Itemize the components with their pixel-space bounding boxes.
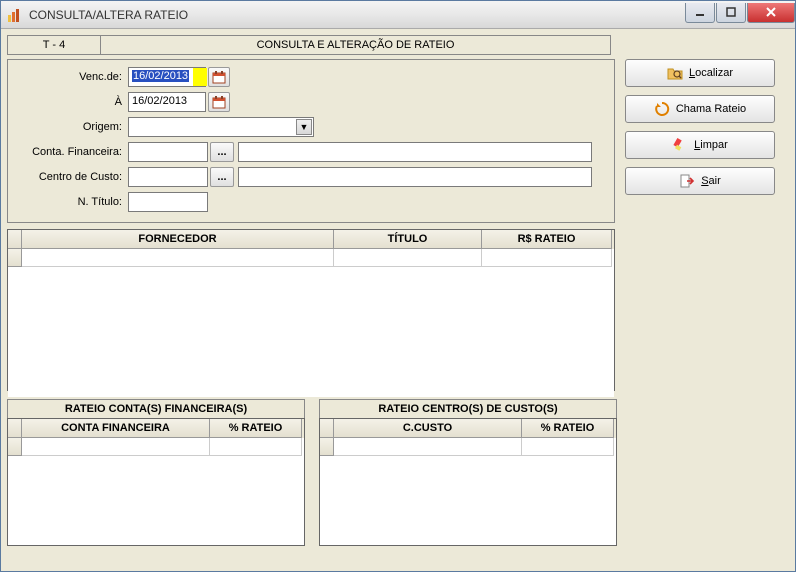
minimize-button[interactable] (685, 3, 715, 23)
window-title: CONSULTA/ALTERA RATEIO (29, 8, 684, 22)
rateio-centro-title: RATEIO CENTRO(S) DE CUSTO(S) (319, 399, 617, 418)
bottom-row: RATEIO CONTA(S) FINANCEIRA(S) CONTA FINA… (7, 399, 789, 546)
conta-financeira-lookup-button[interactable]: ... (210, 142, 234, 162)
limpar-button[interactable]: Limpar (625, 131, 775, 159)
app-icon (7, 7, 23, 23)
col-conta-financeira[interactable]: CONTA FINANCEIRA (22, 419, 210, 438)
calendar-icon (212, 95, 226, 109)
venc-de-label: Venc.de: (14, 71, 128, 83)
col-rateio[interactable]: R$ RATEIO (482, 230, 612, 249)
rateio-conta-title: RATEIO CONTA(S) FINANCEIRA(S) (7, 399, 305, 418)
n-titulo-label: N. Título: (14, 196, 128, 208)
rateio-conta-grid[interactable]: CONTA FINANCEIRA % RATEIO (7, 418, 305, 546)
header-code: T - 4 (7, 35, 101, 55)
refresh-icon (654, 101, 670, 117)
venc-de-calendar-button[interactable] (208, 67, 230, 87)
venc-a-calendar-button[interactable] (208, 92, 230, 112)
chama-rateio-label: Chama Rateio (676, 103, 746, 115)
chevron-down-icon: ▼ (296, 119, 312, 135)
rateio-centro-panel: RATEIO CENTRO(S) DE CUSTO(S) C.CUSTO % R… (319, 399, 617, 546)
origem-label: Origem: (14, 121, 128, 133)
col-titulo[interactable]: TÍTULO (334, 230, 482, 249)
maximize-button[interactable] (716, 3, 746, 23)
venc-de-input[interactable]: 16/02/2013 (128, 67, 206, 87)
close-button[interactable] (747, 3, 795, 23)
titlebar: CONSULTA/ALTERA RATEIO (1, 1, 795, 29)
content-area: T - 4 CONSULTA E ALTERAÇÃO DE RATEIO Ven… (1, 29, 795, 571)
venc-a-label: À (14, 96, 128, 108)
main-grid[interactable]: FORNECEDOR TÍTULO R$ RATEIO (7, 229, 615, 391)
n-titulo-input[interactable] (128, 192, 208, 212)
exit-icon (679, 173, 695, 189)
rateio-centro-grid[interactable]: C.CUSTO % RATEIO (319, 418, 617, 546)
filter-panel: Venc.de: 16/02/2013 (7, 59, 615, 223)
centro-custo-lookup-button[interactable]: ... (210, 167, 234, 187)
conta-financeira-label: Conta. Financeira: (14, 146, 128, 158)
col-pct-rateio-right[interactable]: % RATEIO (522, 419, 614, 438)
folder-search-icon (667, 65, 683, 81)
origem-select[interactable]: ▼ (128, 117, 314, 137)
chama-rateio-button[interactable]: Chama Rateio (625, 95, 775, 123)
conta-financeira-code-input[interactable] (128, 142, 208, 162)
sair-button[interactable]: Sair (625, 167, 775, 195)
centro-custo-code-input[interactable] (128, 167, 208, 187)
calendar-icon (212, 70, 226, 84)
col-ccusto[interactable]: C.CUSTO (334, 419, 522, 438)
centro-custo-label: Centro de Custo: (14, 171, 128, 183)
conta-financeira-desc-input[interactable] (238, 142, 592, 162)
centro-custo-desc-input[interactable] (238, 167, 592, 187)
eraser-icon (672, 137, 688, 153)
venc-a-input[interactable]: 16/02/2013 (128, 92, 206, 112)
localizar-button[interactable]: LLocalizarocalizar (625, 59, 775, 87)
header-row: T - 4 CONSULTA E ALTERAÇÃO DE RATEIO (7, 35, 789, 55)
window-controls (684, 3, 795, 23)
col-fornecedor[interactable]: FORNECEDOR (22, 230, 334, 249)
col-pct-rateio-left[interactable]: % RATEIO (210, 419, 302, 438)
header-title: CONSULTA E ALTERAÇÃO DE RATEIO (101, 35, 611, 55)
side-buttons: LLocalizarocalizar Chama Rateio Limpar (625, 59, 775, 223)
app-window: CONSULTA/ALTERA RATEIO T - 4 CONSULTA E … (0, 0, 796, 572)
rateio-conta-panel: RATEIO CONTA(S) FINANCEIRA(S) CONTA FINA… (7, 399, 305, 546)
